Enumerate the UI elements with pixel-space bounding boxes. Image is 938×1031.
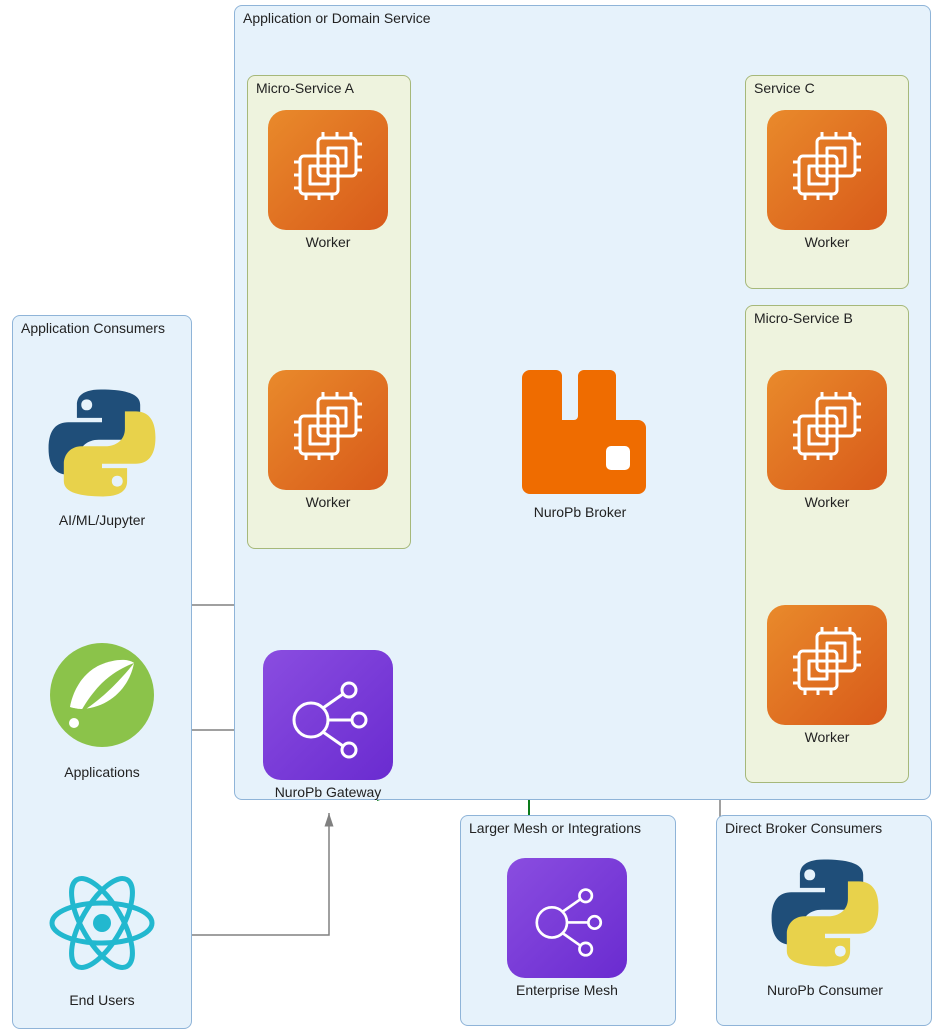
worker-a2-label: Worker xyxy=(268,494,388,510)
mesh-network-icon xyxy=(507,858,627,978)
endusers-node: End Users xyxy=(32,858,172,1008)
worker-b2-label: Worker xyxy=(767,729,887,745)
mesh-network-icon xyxy=(263,650,393,780)
nuropb-consumer-node: NuroPb Consumer xyxy=(755,848,895,998)
worker-a1: Worker xyxy=(268,110,388,250)
applications-label: Applications xyxy=(32,764,172,780)
chip-icon xyxy=(268,370,388,490)
chip-icon xyxy=(767,370,887,490)
chip-icon xyxy=(268,110,388,230)
worker-c-label: Worker xyxy=(767,234,887,250)
worker-b1-label: Worker xyxy=(767,494,887,510)
direct-box-label: Direct Broker Consumers xyxy=(725,820,882,836)
applications-node: Applications xyxy=(32,630,172,780)
worker-b1: Worker xyxy=(767,370,887,510)
gateway-node: NuroPb Gateway xyxy=(263,650,393,800)
broker-node: NuroPb Broker xyxy=(510,360,650,520)
service-c-label: Service C xyxy=(754,80,815,96)
enterprise-mesh-label: Enterprise Mesh xyxy=(507,982,627,998)
enterprise-mesh-node: Enterprise Mesh xyxy=(507,858,627,998)
worker-c: Worker xyxy=(767,110,887,250)
micro-service-a-label: Micro-Service A xyxy=(256,80,354,96)
rabbitmq-icon xyxy=(510,360,650,500)
gateway-label: NuroPb Gateway xyxy=(263,784,393,800)
python-icon xyxy=(32,378,172,508)
broker-label: NuroPb Broker xyxy=(510,504,650,520)
worker-a2: Worker xyxy=(268,370,388,510)
endusers-label: End Users xyxy=(32,992,172,1008)
mesh-box-label: Larger Mesh or Integrations xyxy=(469,820,641,836)
react-icon xyxy=(32,858,172,988)
consumers-label: Application Consumers xyxy=(21,320,165,336)
python-icon xyxy=(755,848,895,978)
micro-service-b-label: Micro-Service B xyxy=(754,310,853,326)
jupyter-label: AI/ML/Jupyter xyxy=(32,512,172,528)
jupyter-node: AI/ML/Jupyter xyxy=(32,378,172,528)
chip-icon xyxy=(767,110,887,230)
worker-b2: Worker xyxy=(767,605,887,745)
chip-icon xyxy=(767,605,887,725)
spring-icon xyxy=(32,630,172,760)
domain-service-label: Application or Domain Service xyxy=(243,10,431,26)
worker-a1-label: Worker xyxy=(268,234,388,250)
nuropb-consumer-label: NuroPb Consumer xyxy=(755,982,895,998)
